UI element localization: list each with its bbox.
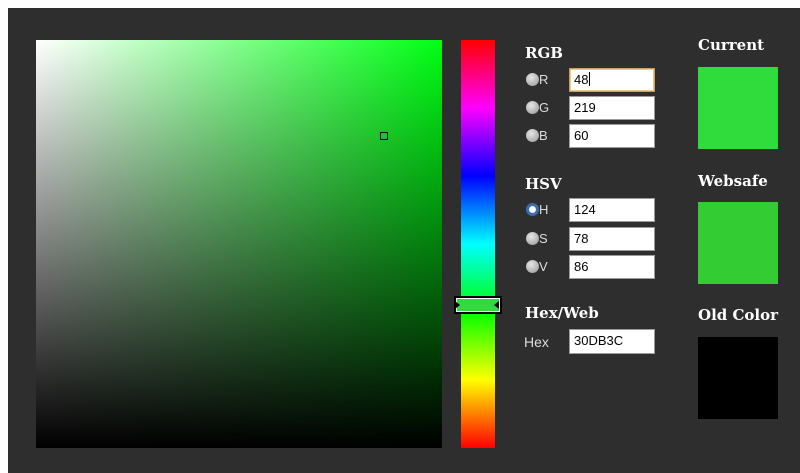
blue-input[interactable]: 60 [569, 124, 655, 148]
value-input[interactable]: 86 [569, 255, 655, 279]
label-h: H [539, 202, 549, 217]
label-b: B [539, 128, 548, 143]
rgb-row-r: R 48 [525, 68, 657, 92]
radio-s[interactable] [526, 232, 539, 245]
old-color-swatch-title: Old Color [698, 306, 779, 324]
label-r: R [539, 72, 549, 87]
hexweb-group-title: Hex/Web [525, 304, 599, 322]
saturation-input[interactable]: 78 [569, 227, 655, 251]
current-color-swatch [698, 67, 778, 149]
rgb-row-g: G 219 [525, 96, 657, 120]
rgb-group-title: RGB [525, 44, 563, 62]
websafe-swatch-title: Websafe [698, 172, 768, 190]
saturation-value-field[interactable] [36, 40, 442, 448]
hex-label: Hex [524, 334, 549, 350]
radio-r[interactable] [526, 73, 539, 86]
hsv-row-v: V 86 [525, 255, 657, 279]
radio-v[interactable] [526, 260, 539, 273]
current-swatch-title: Current [698, 36, 765, 54]
color-selection-marker[interactable] [380, 132, 388, 140]
old-color-swatch[interactable] [698, 337, 778, 419]
websafe-color-swatch[interactable] [698, 202, 778, 284]
text-caret [589, 72, 591, 86]
hex-input[interactable]: 30DB3C [569, 329, 655, 354]
red-input[interactable]: 48 [569, 68, 655, 92]
hsv-row-s: S 78 [525, 227, 657, 251]
radio-b[interactable] [526, 129, 539, 142]
slider-arrow-right-icon [455, 301, 460, 309]
hue-input[interactable]: 124 [569, 198, 655, 222]
label-v: V [539, 259, 548, 274]
slider-arrow-left-icon [494, 301, 499, 309]
green-input[interactable]: 219 [569, 96, 655, 120]
rgb-row-b: B 60 [525, 124, 657, 148]
label-s: S [539, 231, 548, 246]
hue-strip[interactable] [461, 40, 495, 448]
hsv-group-title: HSV [525, 175, 562, 193]
radio-h[interactable] [526, 203, 539, 216]
label-g: G [539, 100, 550, 115]
hue-slider-handle[interactable] [452, 295, 502, 314]
hsv-row-h: H 124 [525, 198, 657, 222]
radio-g[interactable] [526, 101, 539, 114]
